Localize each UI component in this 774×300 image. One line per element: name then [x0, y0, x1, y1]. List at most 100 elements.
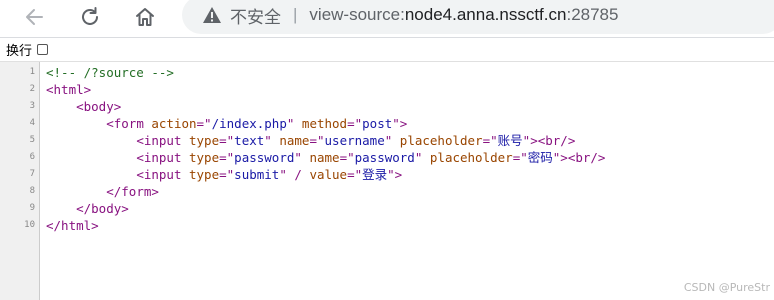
source-code: </html> — [46, 217, 99, 234]
code-token-attr: placeholder — [429, 150, 513, 165]
code-token-tag: " — [414, 150, 430, 165]
back-button[interactable] — [18, 2, 52, 32]
code-token-tag: =" — [219, 133, 235, 148]
code-token-tag: " — [286, 116, 302, 131]
line-number: 7 — [29, 169, 35, 179]
security-status-label[interactable]: 不安全 — [230, 3, 281, 28]
line-wrap-bar: 换行 — [0, 38, 774, 62]
code-token-val: password — [354, 150, 415, 165]
code-token-tag: <input — [136, 133, 189, 148]
code-token-attr: value — [309, 167, 348, 182]
source-line: 1 <!-- /?source --> — [0, 64, 774, 81]
line-number: 4 — [29, 118, 35, 128]
source-line: 8 </form> — [0, 183, 774, 200]
code-token-tag: =" — [347, 116, 363, 131]
source-code: </form> — [46, 183, 159, 200]
source-line: 10 </html> — [0, 217, 774, 234]
line-number: 10 — [24, 220, 35, 230]
arrow-left-icon — [26, 9, 43, 25]
code-token-tag: =" — [482, 133, 498, 148]
source-view: 1 <!-- /?source --> 2 <html> 3 <body> 4 <form… — [0, 62, 774, 300]
source-line: 4 <form action="/index.php" method="post… — [0, 115, 774, 132]
code-token-val: 密码 — [527, 150, 553, 165]
code-token-attr: name — [309, 150, 340, 165]
code-token-attr: method — [301, 116, 348, 131]
source-line: 5 <input type="text" name="username" pla… — [0, 132, 774, 149]
code-token-tag: =" — [196, 116, 212, 131]
url-scheme: view-source: — [309, 5, 405, 24]
code-token-tag: =" — [339, 150, 355, 165]
code-token-val: submit — [234, 167, 280, 182]
home-icon — [136, 8, 154, 26]
code-token-val: 登录 — [362, 167, 388, 182]
code-token-val: post — [362, 116, 393, 131]
line-number: 2 — [29, 84, 35, 94]
code-token-val: /index.php — [211, 116, 287, 131]
reload-button[interactable] — [73, 2, 107, 32]
source-line: 2 <html> — [0, 81, 774, 98]
code-token-tag: <form — [106, 116, 152, 131]
line-number: 3 — [29, 101, 35, 111]
address-bar[interactable]: 不安全 | view-source: node4.anna.nssctf.cn:2… — [182, 0, 774, 34]
url-port: :28785 — [566, 5, 619, 24]
code-token-tag: " / — [279, 167, 310, 182]
code-token-tag: <input — [136, 150, 189, 165]
source-line: 9 </body> — [0, 200, 774, 217]
code-token-tag: "><br/> — [522, 133, 576, 148]
code-token-tag: <body> — [76, 99, 122, 114]
line-number: 5 — [29, 135, 35, 145]
code-token-tag: "><br/> — [552, 150, 606, 165]
code-token-val: 账号 — [497, 133, 523, 148]
browser-toolbar: 不安全 | view-source: node4.anna.nssctf.cn:2… — [0, 0, 774, 38]
line-wrap-label: 换行 — [6, 44, 33, 59]
line-number: 1 — [29, 67, 35, 77]
code-token-tag: =" — [347, 167, 363, 182]
code-token-tag: "> — [387, 167, 403, 182]
address-separator: | — [293, 5, 298, 24]
watermark: CSDN @PureStr — [683, 281, 770, 294]
code-token-attr: placeholder — [399, 133, 483, 148]
source-line: 3 <body> — [0, 98, 774, 115]
url-host: node4.anna.nssctf.cn — [404, 5, 567, 24]
warning-triangle-icon[interactable] — [202, 6, 222, 24]
code-token-val: text — [234, 133, 265, 148]
code-token-tag: =" — [309, 133, 325, 148]
source-code: <input type="password" name="password" p… — [46, 149, 605, 166]
code-token-tag: =" — [219, 150, 235, 165]
code-token-tag: " — [264, 133, 280, 148]
source-line: 7 <input type="submit" / value="登录"> — [0, 166, 774, 183]
source-code: </body> — [46, 200, 129, 217]
code-token-attr: action — [151, 116, 197, 131]
code-token-attr: type — [189, 150, 220, 165]
source-code: <!-- /?source --> — [46, 64, 174, 81]
source-code: <input type="text" name="username" place… — [46, 132, 575, 149]
line-number: 6 — [29, 152, 35, 162]
code-token-tag: " — [294, 150, 310, 165]
source-code: <input type="submit" / value="登录"> — [46, 166, 402, 183]
code-token-comment: <!-- /?source --> — [46, 65, 174, 80]
source-line: 6 <input type="password" name="password"… — [0, 149, 774, 166]
home-button[interactable] — [128, 2, 162, 32]
code-token-tag: <html> — [46, 82, 92, 97]
source-code: <form action="/index.php" method="post"> — [46, 115, 407, 132]
code-token-tag: =" — [219, 167, 235, 182]
line-wrap-checkbox[interactable] — [37, 44, 49, 55]
code-token-val: password — [234, 150, 295, 165]
code-token-tag: "> — [392, 116, 408, 131]
code-token-tag: <input — [136, 167, 189, 182]
reload-icon — [82, 7, 98, 25]
line-number: 8 — [29, 186, 35, 196]
code-token-tag: </form> — [106, 184, 159, 199]
code-token-attr: type — [189, 133, 220, 148]
code-token-tag: " — [384, 133, 400, 148]
code-token-tag: </html> — [46, 218, 99, 233]
line-number: 9 — [29, 203, 35, 213]
code-token-attr: type — [189, 167, 220, 182]
